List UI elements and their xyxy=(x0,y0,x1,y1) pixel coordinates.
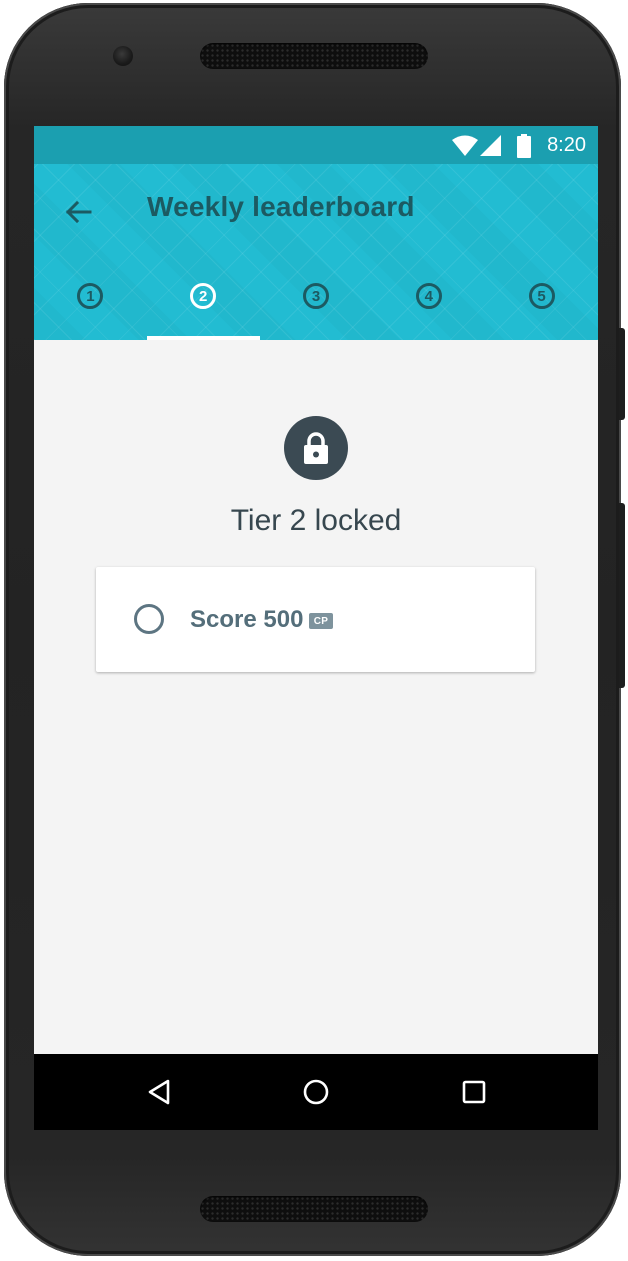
tab-number-5: 5 xyxy=(528,283,555,309)
lock-badge xyxy=(284,416,348,480)
nav-home-button[interactable] xyxy=(294,1070,338,1114)
requirement-label: Score 500 xyxy=(190,606,304,633)
battery-icon xyxy=(517,134,531,158)
arrow-back-icon xyxy=(65,200,92,224)
status-bar: 8:20 xyxy=(34,126,598,164)
tab-number-1: 1 xyxy=(77,283,104,309)
requirement-card: Score 500 CP xyxy=(96,567,535,672)
tab-tier-4[interactable]: 4 xyxy=(372,266,485,340)
phone-frame: 8:20 Weekly leaderboard 1 2 3 4 5 Tier 2… xyxy=(4,3,625,1256)
power-button xyxy=(619,503,625,688)
nav-bar xyxy=(34,1054,598,1130)
tier-tabs: 1 2 3 4 5 xyxy=(34,266,598,340)
tab-tier-1[interactable]: 1 xyxy=(34,266,147,340)
wifi-icon xyxy=(452,135,478,156)
tab-number-3: 3 xyxy=(302,283,329,309)
tab-number-4: 4 xyxy=(415,283,442,309)
tab-number-2: 2 xyxy=(190,283,217,309)
tab-indicator xyxy=(146,336,260,340)
bottom-speaker xyxy=(200,1196,428,1222)
signal-icon xyxy=(480,135,501,156)
lock-icon xyxy=(304,432,328,464)
tab-tier-3[interactable]: 3 xyxy=(260,266,373,340)
top-speaker xyxy=(200,43,428,69)
requirement-radio[interactable] xyxy=(134,604,164,634)
front-camera xyxy=(113,46,133,66)
tab-tier-5[interactable]: 5 xyxy=(485,266,598,340)
screen: 8:20 Weekly leaderboard 1 2 3 4 5 Tier 2… xyxy=(34,126,598,1130)
tab-tier-2[interactable]: 2 xyxy=(146,266,260,340)
status-time: 8:20 xyxy=(547,134,586,156)
recents-square-icon xyxy=(462,1080,486,1104)
cp-badge: CP xyxy=(309,613,333,629)
home-circle-icon xyxy=(303,1079,329,1105)
app-bar: Weekly leaderboard 1 2 3 4 5 xyxy=(34,164,598,340)
nav-recents-button[interactable] xyxy=(452,1070,496,1114)
page-title: Weekly leaderboard xyxy=(147,191,415,222)
tier-locked-title: Tier 2 locked xyxy=(230,504,402,537)
volume-button xyxy=(619,328,625,420)
nav-back-button[interactable] xyxy=(137,1070,181,1114)
back-button[interactable] xyxy=(58,192,98,232)
back-triangle-icon xyxy=(148,1079,170,1105)
